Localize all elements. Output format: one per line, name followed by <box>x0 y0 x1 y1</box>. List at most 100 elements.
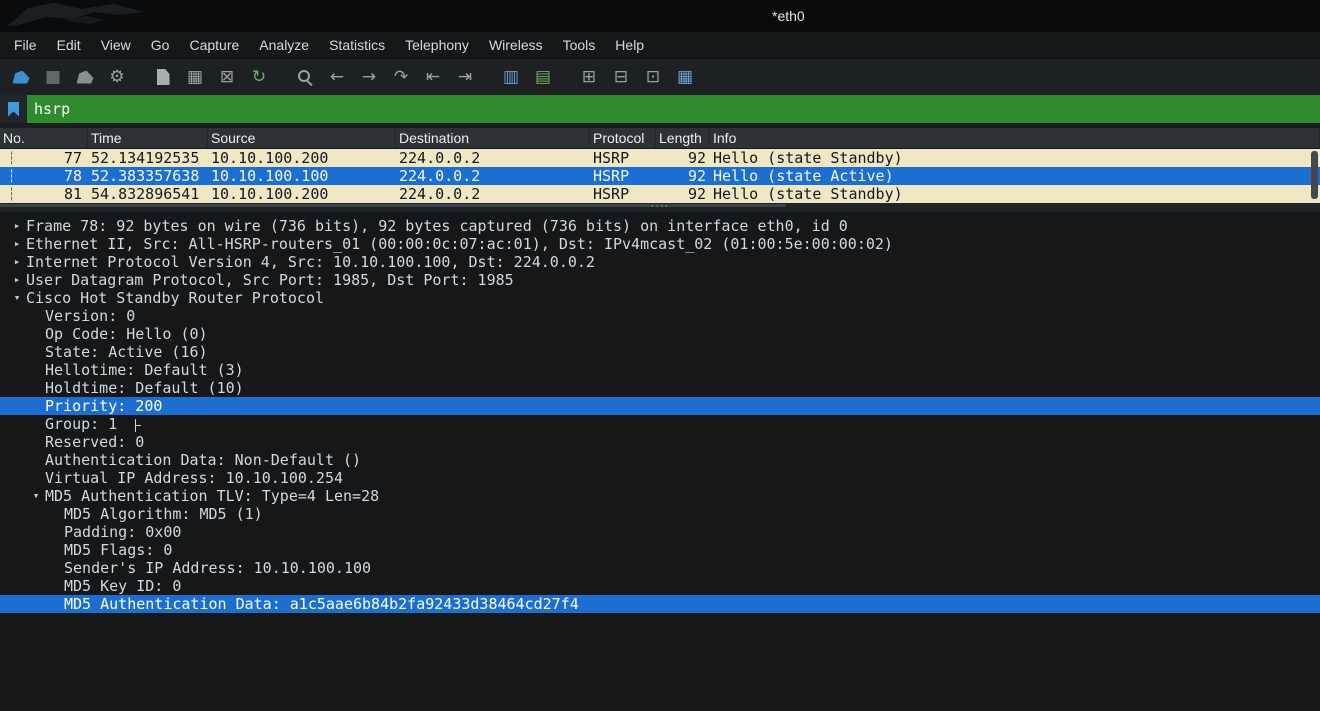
detail-row[interactable]: ▸Internet Protocol Version 4, Src: 10.10… <box>0 253 1320 271</box>
detail-row[interactable]: Padding: 0x00 <box>0 523 1320 541</box>
go-forward-button[interactable]: → <box>354 63 384 91</box>
horizontal-scrollbar[interactable] <box>0 204 786 207</box>
detail-row[interactable]: Version: 0 <box>0 307 1320 325</box>
capture-options-button[interactable]: ⚙ <box>102 63 132 91</box>
packet-row[interactable]: ┆7852.38335763810.10.100.100224.0.0.2HSR… <box>0 167 1320 185</box>
pane-splitter[interactable] <box>0 203 1320 212</box>
capture-options-icon: ⚙ <box>109 69 124 86</box>
detail-row[interactable]: MD5 Algorithm: MD5 (1) <box>0 505 1320 523</box>
open-file-button[interactable] <box>148 63 178 91</box>
menu-tools[interactable]: Tools <box>553 33 606 57</box>
detail-field-text: MD5 Algorithm: MD5 (1) <box>64 505 263 523</box>
menu-analyze[interactable]: Analyze <box>249 33 319 57</box>
packet-row[interactable]: ┆7752.13419253510.10.100.200224.0.0.2HSR… <box>0 149 1320 167</box>
go-forward-icon: → <box>362 69 376 86</box>
expand-arrow-icon[interactable]: ▸ <box>8 217 26 235</box>
detail-row[interactable]: ▾MD5 Authentication TLV: Type=4 Len=28 <box>0 487 1320 505</box>
go-back-button[interactable]: ← <box>322 63 352 91</box>
column-header-source[interactable]: Source <box>208 128 396 149</box>
display-filter-input[interactable]: hsrp <box>27 95 1320 123</box>
detail-row[interactable]: Priority: 200 <box>0 397 1320 415</box>
column-header-no[interactable]: No. <box>0 128 88 149</box>
kali-logo <box>2 0 152 32</box>
auto-scroll-button[interactable]: ▥ <box>496 63 526 91</box>
close-file-icon: ⊠ <box>220 69 234 86</box>
detail-row[interactable]: Authentication Data: Non-Default () <box>0 451 1320 469</box>
detail-field-text: MD5 Key ID: 0 <box>64 577 181 595</box>
go-last-packet-button[interactable]: ⇥ <box>450 63 480 91</box>
find-packet-button[interactable] <box>290 63 320 91</box>
detail-row[interactable]: Sender's IP Address: 10.10.100.100 <box>0 559 1320 577</box>
column-header-length[interactable]: Length <box>656 128 710 149</box>
menu-help[interactable]: Help <box>605 33 654 57</box>
detail-row[interactable]: Virtual IP Address: 10.10.100.254 <box>0 469 1320 487</box>
cell-protocol: HSRP <box>590 149 656 167</box>
expand-arrow-icon[interactable]: ▸ <box>8 271 26 289</box>
save-file-button[interactable]: ▦ <box>180 63 210 91</box>
detail-row[interactable]: ▸Ethernet II, Src: All-HSRP-routers_01 (… <box>0 235 1320 253</box>
colorize-packets-button[interactable]: ▤ <box>528 63 558 91</box>
toolbar-separator <box>560 63 572 91</box>
display-filter-value: hsrp <box>34 100 70 118</box>
zoom-out-button[interactable]: ⊟ <box>606 63 636 91</box>
detail-row[interactable]: MD5 Key ID: 0 <box>0 577 1320 595</box>
packet-list: No.TimeSourceDestinationProtocolLengthIn… <box>0 123 1320 203</box>
column-header-time[interactable]: Time <box>88 128 208 149</box>
detail-row[interactable]: Reserved: 0 <box>0 433 1320 451</box>
cell-time: 52.383357638 <box>88 167 208 185</box>
detail-field-text: Holdtime: Default (10) <box>45 379 244 397</box>
cell-length: 92 <box>656 149 710 167</box>
menu-statistics[interactable]: Statistics <box>319 33 395 57</box>
detail-row[interactable]: Holdtime: Default (10) <box>0 379 1320 397</box>
related-packet-indicator: ┆ <box>8 149 15 167</box>
filter-bookmark-button[interactable] <box>0 95 27 123</box>
detail-field-text: MD5 Authentication Data: a1c5aae6b84b2fa… <box>64 595 579 613</box>
menu-capture[interactable]: Capture <box>179 33 249 57</box>
detail-row[interactable]: ▾Cisco Hot Standby Router Protocol <box>0 289 1320 307</box>
detail-row[interactable]: Group: 1 <box>0 415 1320 433</box>
stop-capture-button[interactable]: ■ <box>38 63 68 91</box>
cell-time: 54.832896541 <box>88 185 208 203</box>
detail-row[interactable]: MD5 Flags: 0 <box>0 541 1320 559</box>
detail-row[interactable]: Op Code: Hello (0) <box>0 325 1320 343</box>
filter-bar: hsrp <box>0 95 1320 123</box>
resize-columns-button[interactable]: ▦ <box>670 63 700 91</box>
column-header-destination[interactable]: Destination <box>396 128 590 149</box>
detail-field-text: Version: 0 <box>45 307 135 325</box>
cell-source: 10.10.100.100 <box>208 167 396 185</box>
detail-row[interactable]: State: Active (16) <box>0 343 1320 361</box>
cell-no: ┆81 <box>0 185 88 203</box>
packet-list-scrollbar[interactable] <box>1311 151 1318 199</box>
detail-row[interactable]: MD5 Authentication Data: a1c5aae6b84b2fa… <box>0 595 1320 613</box>
restart-capture-button[interactable] <box>70 63 100 91</box>
menu-telephony[interactable]: Telephony <box>395 33 479 57</box>
detail-field-text: Frame 78: 92 bytes on wire (736 bits), 9… <box>26 217 848 235</box>
column-header-protocol[interactable]: Protocol <box>590 128 656 149</box>
reload-button[interactable]: ↻ <box>244 63 274 91</box>
expand-arrow-icon[interactable]: ▾ <box>27 487 45 505</box>
menu-wireless[interactable]: Wireless <box>479 33 553 57</box>
cell-source: 10.10.100.200 <box>208 149 396 167</box>
menu-go[interactable]: Go <box>141 33 180 57</box>
detail-field-text: Sender's IP Address: 10.10.100.100 <box>64 559 371 577</box>
go-first-packet-button[interactable]: ⇤ <box>418 63 448 91</box>
wireshark-window: *eth0 FileEditViewGoCaptureAnalyzeStatis… <box>0 0 1320 711</box>
start-capture-button[interactable] <box>6 63 36 91</box>
expand-arrow-icon[interactable]: ▾ <box>8 289 26 307</box>
expand-arrow-icon[interactable]: ▸ <box>8 235 26 253</box>
toolbar-separator <box>482 63 494 91</box>
menu-file[interactable]: File <box>4 33 47 57</box>
close-file-button[interactable]: ⊠ <box>212 63 242 91</box>
expand-arrow-icon[interactable]: ▸ <box>8 253 26 271</box>
detail-row[interactable]: ▸Frame 78: 92 bytes on wire (736 bits), … <box>0 217 1320 235</box>
cell-no: ┆77 <box>0 149 88 167</box>
column-header-info[interactable]: Info <box>710 128 1320 149</box>
zoom-in-button[interactable]: ⊞ <box>574 63 604 91</box>
normal-size-button[interactable]: ⊡ <box>638 63 668 91</box>
menu-view[interactable]: View <box>91 33 141 57</box>
menu-edit[interactable]: Edit <box>47 33 91 57</box>
go-to-packet-button[interactable]: ↷ <box>386 63 416 91</box>
detail-field-text: Internet Protocol Version 4, Src: 10.10.… <box>26 253 595 271</box>
detail-row[interactable]: Hellotime: Default (3) <box>0 361 1320 379</box>
detail-row[interactable]: ▸User Datagram Protocol, Src Port: 1985,… <box>0 271 1320 289</box>
